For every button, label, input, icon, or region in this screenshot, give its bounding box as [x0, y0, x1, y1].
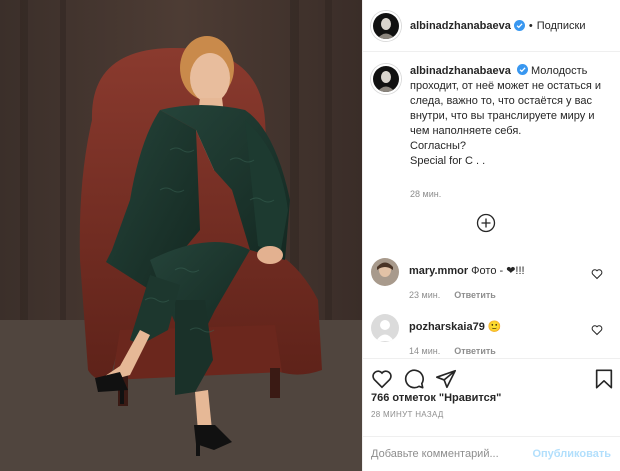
- verified-icon: [516, 64, 528, 75]
- commenter-avatar[interactable]: [371, 314, 399, 342]
- post-image[interactable]: [0, 0, 362, 471]
- caption-line: чем наполняете себя.: [410, 125, 522, 137]
- share-icon[interactable]: [435, 368, 457, 390]
- heart-icon[interactable]: [591, 324, 603, 336]
- comment-item: mary.mmor Фото - ❤!!! 23 мин. Ответить: [363, 258, 620, 318]
- comment-username[interactable]: pozharskaia79: [409, 321, 485, 333]
- caption-line: проходит, от неё может не остаться и: [410, 80, 601, 92]
- save-icon[interactable]: [593, 368, 615, 390]
- caption-line: следа, важно то, что остаётся у вас: [410, 95, 592, 107]
- comment-text: Фото - ❤!!!: [471, 265, 525, 277]
- reply-button[interactable]: Ответить: [454, 346, 496, 356]
- verified-icon: [513, 20, 525, 31]
- caption-line: Молодость: [531, 65, 588, 77]
- like-heart-icon[interactable]: [371, 368, 393, 390]
- comment-time[interactable]: 23 мин.: [409, 290, 440, 300]
- comment-input[interactable]: [371, 448, 521, 460]
- caption-line: внутри, что вы транслируете миру и: [410, 110, 595, 122]
- load-more-row: [363, 213, 620, 233]
- comment-time[interactable]: 14 мин.: [409, 346, 440, 356]
- post-header: albinadzhanabaeva • Подписки: [363, 0, 620, 52]
- caption-line: Согласны?: [410, 140, 466, 152]
- post-panel: albinadzhanabaeva • Подписки albinadzhan…: [362, 0, 620, 471]
- likes-count[interactable]: 766 отметок "Нравится": [363, 392, 620, 404]
- load-more-icon[interactable]: [476, 213, 496, 233]
- comment-username[interactable]: mary.mmor: [409, 265, 468, 277]
- caption-text: albinadzhanabaeva Молодость проходит, от…: [410, 64, 610, 202]
- commenter-avatar[interactable]: [371, 258, 399, 286]
- heart-icon[interactable]: [591, 268, 603, 280]
- author-avatar[interactable]: [371, 10, 401, 41]
- publish-button[interactable]: Опубликовать: [532, 448, 611, 460]
- caption-username[interactable]: albinadzhanabaeva: [410, 65, 511, 77]
- following-button[interactable]: Подписки: [537, 20, 586, 32]
- author-username[interactable]: albinadzhanabaeva: [410, 20, 511, 32]
- post-time-ago: 28 МИНУТ НАЗАД: [371, 410, 444, 419]
- caption-line: Special for С . .: [410, 155, 486, 167]
- post-caption: albinadzhanabaeva Молодость проходит, от…: [363, 64, 620, 202]
- comment-icon[interactable]: [403, 368, 425, 390]
- comment-text: 🙂: [487, 321, 502, 333]
- photo-illustration: [0, 0, 362, 471]
- reply-button[interactable]: Ответить: [454, 290, 496, 300]
- header-separator: •: [528, 19, 533, 32]
- caption-avatar[interactable]: [371, 64, 401, 94]
- caption-timestamp: 28 мин.: [410, 189, 442, 199]
- add-comment-bar: Опубликовать: [363, 436, 620, 471]
